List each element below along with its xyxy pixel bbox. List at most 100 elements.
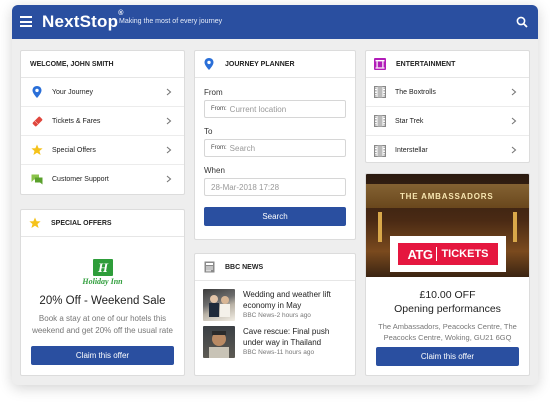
claim-offer-button[interactable]: Claim this offer xyxy=(31,346,174,365)
when-field-value: 28-Mar-2018 17:28 xyxy=(211,182,280,192)
when-field[interactable]: 28-Mar-2018 17:28 xyxy=(204,178,346,196)
entertainment-header: ENTERTAINMENT xyxy=(366,51,529,78)
menu-item-tickets-fares[interactable]: Tickets & Fares xyxy=(21,107,184,136)
entertainment-list: The Boxtrolls Star Trek Interstellar xyxy=(366,78,529,165)
theatre-offer-body: £10.00 OFF Opening performances The Amba… xyxy=(366,289,529,343)
star-icon xyxy=(29,217,41,229)
svg-text:H: H xyxy=(96,260,108,275)
to-label: To xyxy=(204,127,213,136)
movie-item[interactable]: Interstellar xyxy=(366,136,529,165)
to-field[interactable]: From: Search xyxy=(204,139,346,157)
bbc-news-card: BBC NEWS Wedding and weather lift econom… xyxy=(194,253,356,376)
news-meta: BBC News-11 hours ago xyxy=(243,349,315,356)
menu-item-label: Customer Support xyxy=(52,176,109,183)
when-label: When xyxy=(204,166,225,175)
welcome-card: WELCOME, JOHN SMITH Your Journey Tickets… xyxy=(20,50,185,195)
news-item[interactable]: Wedding and weather lift economy in May … xyxy=(195,289,355,321)
from-field-prefix: From: xyxy=(211,106,227,112)
offer-description: Book a stay at one of our hotels this we… xyxy=(32,314,173,335)
atg-tickets-banner: ATG TICKETS xyxy=(390,236,506,272)
star-icon xyxy=(31,144,43,156)
claim-offer-button[interactable]: Claim this offer xyxy=(376,347,519,366)
news-list: Wedding and weather lift economy in May … xyxy=(195,289,355,358)
hamburger-icon[interactable] xyxy=(20,16,32,27)
hotel-logo-mark: H xyxy=(92,259,113,276)
theatre-icon xyxy=(374,58,386,70)
entertainment-title: ENTERTAINMENT xyxy=(396,60,456,68)
search-button[interactable]: Search xyxy=(204,207,346,226)
special-offers-header: SPECIAL OFFERS xyxy=(21,210,184,237)
to-field-placeholder: Search xyxy=(229,143,256,153)
welcome-title: WELCOME, JOHN SMITH xyxy=(21,51,184,78)
location-pin-icon xyxy=(203,58,215,70)
movie-title: Interstellar xyxy=(395,147,428,154)
chevron-right-icon xyxy=(511,88,517,96)
movie-item[interactable]: Star Trek xyxy=(366,107,529,136)
to-field-prefix: From: xyxy=(211,145,227,151)
app-window: NextStop® Making the most of every journ… xyxy=(12,5,538,385)
holiday-inn-logo: H Holiday Inn xyxy=(21,259,184,286)
journey-planner-header: JOURNEY PLANNER xyxy=(195,51,355,78)
atg-tickets-word: TICKETS xyxy=(441,248,489,260)
chevron-right-icon xyxy=(511,117,517,125)
newspaper-icon xyxy=(203,261,215,273)
journey-planner-card: JOURNEY PLANNER From From: Current locat… xyxy=(194,50,356,240)
chevron-right-icon xyxy=(166,88,172,96)
hotel-logo-text: Holiday Inn xyxy=(82,277,123,286)
theatre-address: The Ambassadors, Peacocks Centre, The Pe… xyxy=(378,322,517,342)
news-item[interactable]: Cave rescue: Final push under way in Tha… xyxy=(195,326,355,358)
location-pin-icon xyxy=(31,86,43,98)
news-meta: BBC News-2 hours ago xyxy=(243,312,311,319)
welcome-menu: Your Journey Tickets & Fares Special Off… xyxy=(21,78,184,194)
menu-item-label: Special Offers xyxy=(52,146,96,154)
search-icon[interactable] xyxy=(516,16,528,28)
brand-tagline: Making the most of every journey xyxy=(119,18,223,25)
brand-logo[interactable]: NextStop® xyxy=(42,10,124,32)
top-app-bar: NextStop® Making the most of every journ… xyxy=(12,5,538,39)
menu-item-label: Tickets & Fares xyxy=(52,117,101,125)
theatre-offer-title: £10.00 OFF xyxy=(419,289,476,301)
theatre-offer-card: THE AMBASSADORS ATG TICKETS £10.00 OFF O… xyxy=(365,173,530,376)
news-headline: Wedding and weather lift economy in May xyxy=(243,290,331,310)
theatre-sign: THE AMBASSADORS xyxy=(400,192,494,201)
hotel-offer: H Holiday Inn 20% Off - Weekend Sale Boo… xyxy=(21,259,184,365)
news-thumbnail xyxy=(203,326,235,358)
from-field[interactable]: From: Current location xyxy=(204,100,346,118)
theatre-light xyxy=(378,212,382,242)
chat-bubble-icon xyxy=(31,174,43,186)
chevron-right-icon xyxy=(166,146,172,154)
offer-title: 20% Off - Weekend Sale xyxy=(39,295,166,307)
bbc-news-title: BBC NEWS xyxy=(225,263,264,271)
menu-item-customer-support[interactable]: Customer Support xyxy=(21,165,184,194)
special-offers-card: SPECIAL OFFERS H Holiday Inn 20% Off - W… xyxy=(20,209,185,376)
journey-planner-title: JOURNEY PLANNER xyxy=(225,60,295,68)
chevron-right-icon xyxy=(166,117,172,125)
movie-title: Star Trek xyxy=(395,117,424,125)
ticket-icon xyxy=(31,115,43,127)
menu-item-your-journey[interactable]: Your Journey xyxy=(21,78,184,107)
entertainment-card: ENTERTAINMENT The Boxtrolls Star Trek In… xyxy=(365,50,530,163)
special-offers-title: SPECIAL OFFERS xyxy=(51,219,112,227)
atg-tickets-logo: ATG TICKETS xyxy=(398,243,498,265)
film-icon xyxy=(374,86,386,98)
menu-item-special-offers[interactable]: Special Offers xyxy=(21,136,184,165)
from-field-value: Current location xyxy=(229,104,287,114)
atg-brand: ATG xyxy=(407,246,433,262)
film-icon xyxy=(374,115,386,127)
journey-form: From From: Current location To From: Sea… xyxy=(195,88,355,226)
theatre-light xyxy=(513,212,517,242)
theatre-photo: THE AMBASSADORS ATG TICKETS xyxy=(366,174,529,277)
from-label: From xyxy=(204,88,223,97)
theatre-offer-subtitle: Opening performances xyxy=(394,303,501,315)
chevron-right-icon xyxy=(166,175,172,183)
news-text: Wedding and weather lift economy in May … xyxy=(243,289,347,321)
bbc-news-header: BBC NEWS xyxy=(195,254,355,281)
movie-title: The Boxtrolls xyxy=(395,88,436,96)
logo-divider xyxy=(436,247,438,261)
chevron-right-icon xyxy=(511,146,517,154)
news-headline: Cave rescue: Final push under way in Tha… xyxy=(243,327,330,347)
menu-item-label: Your Journey xyxy=(52,88,93,96)
news-thumbnail xyxy=(203,289,235,321)
movie-item[interactable]: The Boxtrolls xyxy=(366,78,529,107)
news-text: Cave rescue: Final push under way in Tha… xyxy=(243,326,347,358)
